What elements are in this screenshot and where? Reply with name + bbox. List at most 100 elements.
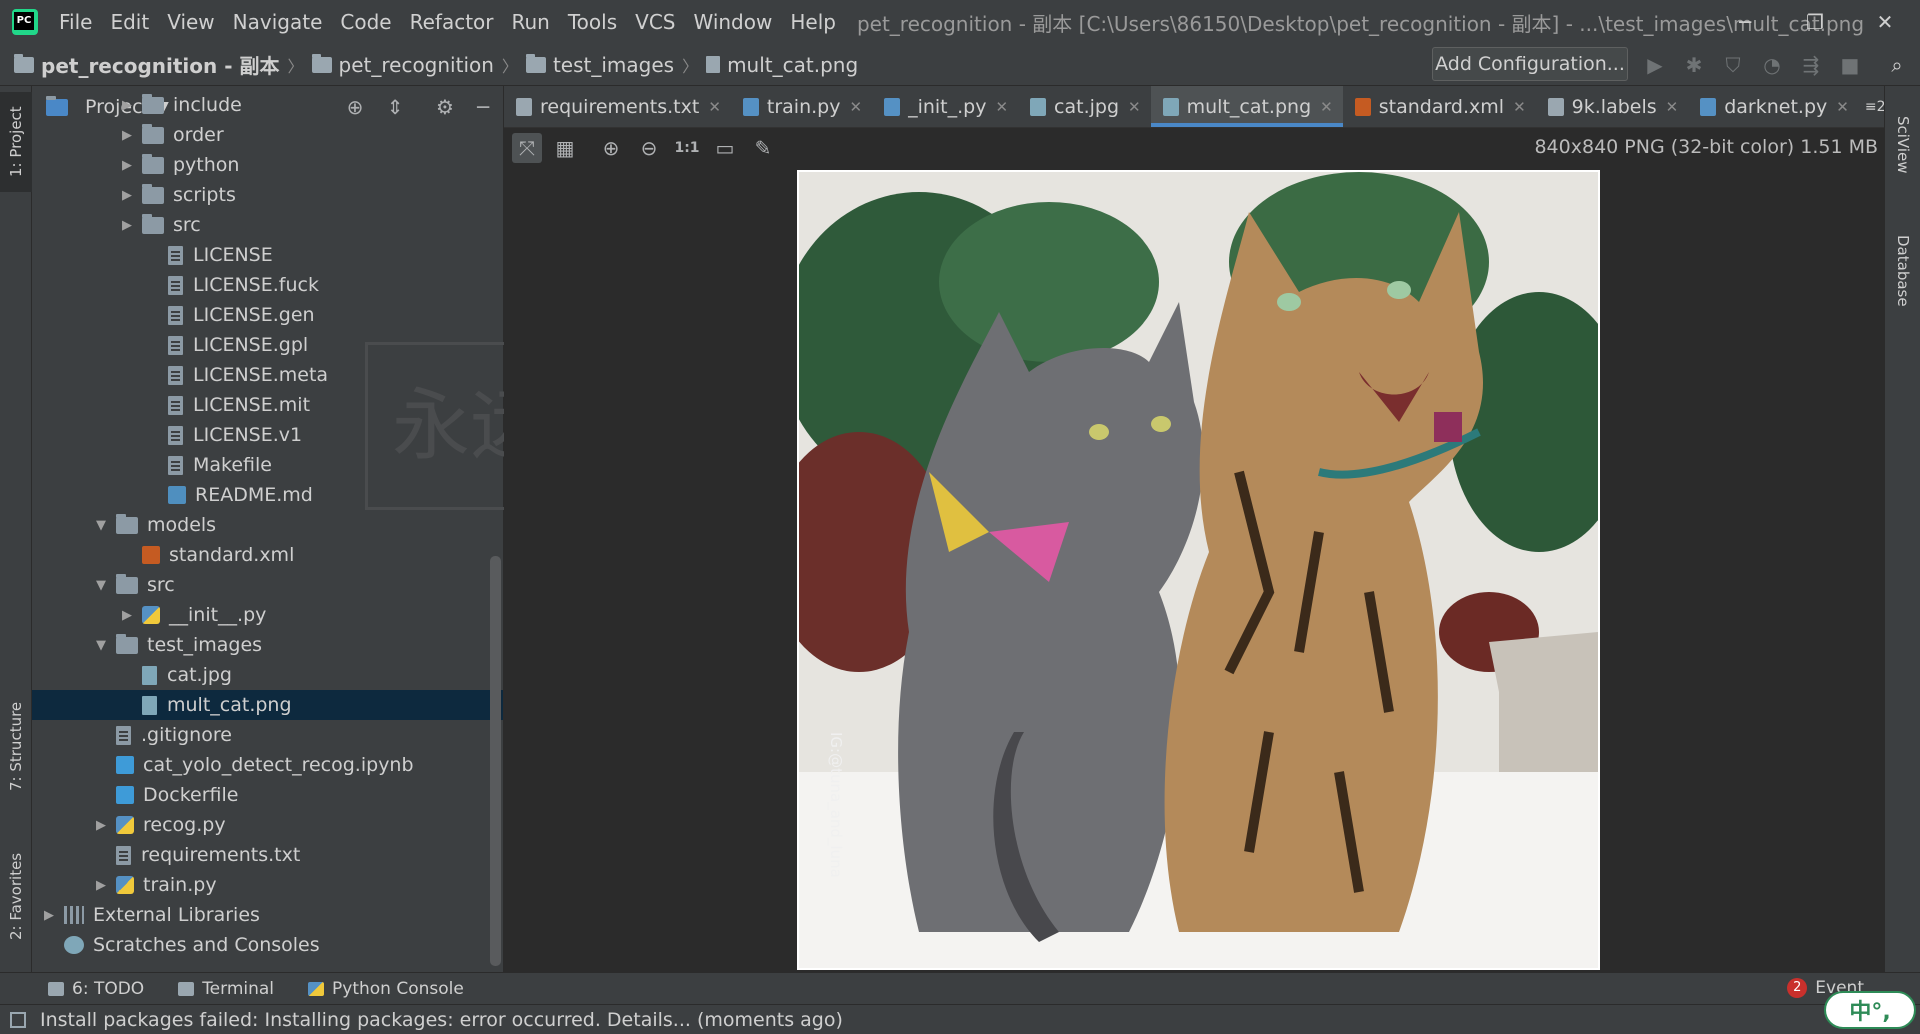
breadcrumb-label: test_images (552, 52, 675, 77)
project-tool-tab[interactable]: 1: Project (0, 92, 32, 192)
close-window-button[interactable]: ✕ (1850, 0, 1920, 44)
zoom-in-icon[interactable]: ⊕ (596, 133, 626, 163)
tree-item[interactable]: ▼ models (32, 510, 503, 540)
tree-item[interactable]: ▶ External Libraries (32, 900, 503, 930)
close-tab-icon[interactable]: ✕ (1320, 98, 1333, 116)
breadcrumb-project[interactable]: pet_recognition - 副本 (14, 50, 280, 79)
run-icon[interactable]: ▶ (1642, 52, 1668, 78)
collapse-arrow-icon[interactable]: ▶ (118, 218, 136, 233)
close-tab-icon[interactable]: ✕ (1836, 98, 1849, 116)
database-tool-tab[interactable]: Database (1885, 216, 1920, 326)
favorites-tool-tab[interactable]: 2: Favorites (0, 836, 32, 956)
python-console-tool-button[interactable]: Python Console (308, 979, 464, 999)
sciview-tool-tab[interactable]: SciView (1885, 100, 1920, 190)
todo-tool-button[interactable]: 6: TODO (48, 979, 144, 999)
terminal-tool-button[interactable]: Terminal (178, 979, 274, 999)
collapse-arrow-icon[interactable]: ▶ (118, 128, 136, 143)
tree-item[interactable]: .gitignore (32, 720, 503, 750)
close-tab-icon[interactable]: ✕ (708, 98, 721, 116)
collapse-arrow-icon[interactable]: ▶ (92, 818, 110, 833)
image-file-icon (142, 695, 157, 715)
collapse-arrow-icon[interactable]: ▶ (118, 188, 136, 203)
editor-tab[interactable]: train.py ✕ (731, 86, 872, 127)
tree-item[interactable]: ▼ src (32, 570, 503, 600)
editor-tab[interactable]: standard.xml ✕ (1343, 86, 1536, 127)
menu-code[interactable]: Code (331, 0, 400, 44)
text-file-icon (168, 245, 183, 265)
collapse-arrow-icon[interactable]: ▶ (92, 878, 110, 893)
expand-arrow-icon[interactable]: ▼ (92, 638, 110, 653)
close-tab-icon[interactable]: ✕ (1513, 98, 1526, 116)
profile-icon[interactable]: ◔ (1759, 52, 1785, 78)
breadcrumb-test-images[interactable]: test_images (525, 52, 675, 77)
tree-item[interactable]: requirements.txt (32, 840, 503, 870)
collapse-arrow-icon[interactable]: ▶ (118, 158, 136, 173)
tree-item[interactable]: ▶ recog.py (32, 810, 503, 840)
debug-icon[interactable]: ✱ (1681, 52, 1707, 78)
menu-run[interactable]: Run (503, 0, 559, 44)
tree-item[interactable]: LICENSE (32, 240, 503, 270)
menu-vcs[interactable]: VCS (626, 0, 684, 44)
tree-item[interactable]: ▶ train.py (32, 870, 503, 900)
grid-icon[interactable]: ▦ (550, 133, 580, 163)
tree-item[interactable]: standard.xml (32, 540, 503, 570)
tree-item[interactable]: ▼ test_images (32, 630, 503, 660)
expand-arrow-icon[interactable]: ▼ (92, 578, 110, 593)
tree-item[interactable]: ▶ order (32, 120, 503, 150)
collapse-arrow-icon[interactable]: ▶ (118, 98, 136, 113)
menu-refactor[interactable]: Refactor (401, 0, 503, 44)
tree-item[interactable]: cat_yolo_detect_recog.ipynb (32, 750, 503, 780)
coverage-icon[interactable]: ⛉ (1720, 52, 1746, 78)
collapse-arrow-icon[interactable]: ▶ (40, 908, 58, 923)
tree-item[interactable]: ▶ scripts (32, 180, 503, 210)
close-tab-icon[interactable]: ✕ (1128, 98, 1141, 116)
fit-zoom-icon[interactable]: ⤧ (512, 133, 542, 163)
search-icon[interactable]: ⌕ (1884, 52, 1910, 78)
tree-scrollbar[interactable] (490, 556, 501, 966)
editor-tab[interactable]: cat.jpg ✕ (1018, 86, 1151, 127)
color-picker-icon[interactable]: ✎ (748, 133, 778, 163)
editor-tab[interactable]: 9k.labels ✕ (1536, 86, 1689, 127)
tree-item[interactable]: LICENSE.gen (32, 300, 503, 330)
status-toggle-icon[interactable] (10, 1011, 26, 1028)
tree-item[interactable]: mult_cat.png (32, 690, 503, 720)
editor-tab[interactable]: mult_cat.png ✕ (1150, 86, 1343, 127)
concurrency-icon[interactable]: ⇶ (1798, 52, 1824, 78)
tree-item[interactable]: LICENSE.fuck (32, 270, 503, 300)
tree-item[interactable]: ▶ python (32, 150, 503, 180)
restore-window-button[interactable]: ❐ (1780, 0, 1850, 44)
menu-file[interactable]: File (50, 0, 101, 44)
ime-indicator[interactable]: 中°, (1824, 991, 1916, 1029)
close-tab-icon[interactable]: ✕ (849, 98, 862, 116)
stop-icon[interactable]: ■ (1837, 52, 1863, 78)
menu-view[interactable]: View (158, 0, 223, 44)
tree-item[interactable]: ▶ src (32, 210, 503, 240)
status-message[interactable]: Install packages failed: Installing pack… (40, 1009, 843, 1031)
actual-size-icon[interactable]: 1:1 (672, 133, 702, 163)
fit-window-icon[interactable]: ▭ (710, 133, 740, 163)
tree-item[interactable]: Scratches and Consoles (32, 930, 503, 960)
breadcrumb-mult-cat[interactable]: mult_cat.png (706, 53, 858, 77)
tree-item[interactable]: ▶ include (32, 90, 503, 120)
add-configuration-button[interactable]: Add Configuration... (1432, 47, 1628, 81)
menu-edit[interactable]: Edit (101, 0, 158, 44)
structure-tool-tab[interactable]: 7: Structure (0, 686, 32, 806)
close-tab-icon[interactable]: ✕ (995, 98, 1008, 116)
expand-arrow-icon[interactable]: ▼ (92, 518, 110, 533)
menu-tools[interactable]: Tools (559, 0, 626, 44)
editor-tab[interactable]: _init_.py ✕ (872, 86, 1018, 127)
menu-help[interactable]: Help (781, 0, 845, 44)
menu-navigate[interactable]: Navigate (224, 0, 332, 44)
tree-item[interactable]: cat.jpg (32, 660, 503, 690)
editor-tab[interactable]: darknet.py ✕ (1688, 86, 1859, 127)
tree-item[interactable]: ▶ __init__.py (32, 600, 503, 630)
tree-item[interactable]: Dockerfile (32, 780, 503, 810)
editor-tab[interactable]: requirements.txt ✕ (504, 86, 731, 127)
collapse-arrow-icon[interactable]: ▶ (118, 608, 136, 623)
close-tab-icon[interactable]: ✕ (1666, 98, 1679, 116)
menu-window[interactable]: Window (684, 0, 781, 44)
minimize-window-button[interactable]: ─ (1710, 0, 1780, 44)
zoom-out-icon[interactable]: ⊖ (634, 133, 664, 163)
breadcrumb-pet-recognition[interactable]: pet_recognition (311, 53, 494, 77)
markdown-file-icon (168, 486, 186, 504)
